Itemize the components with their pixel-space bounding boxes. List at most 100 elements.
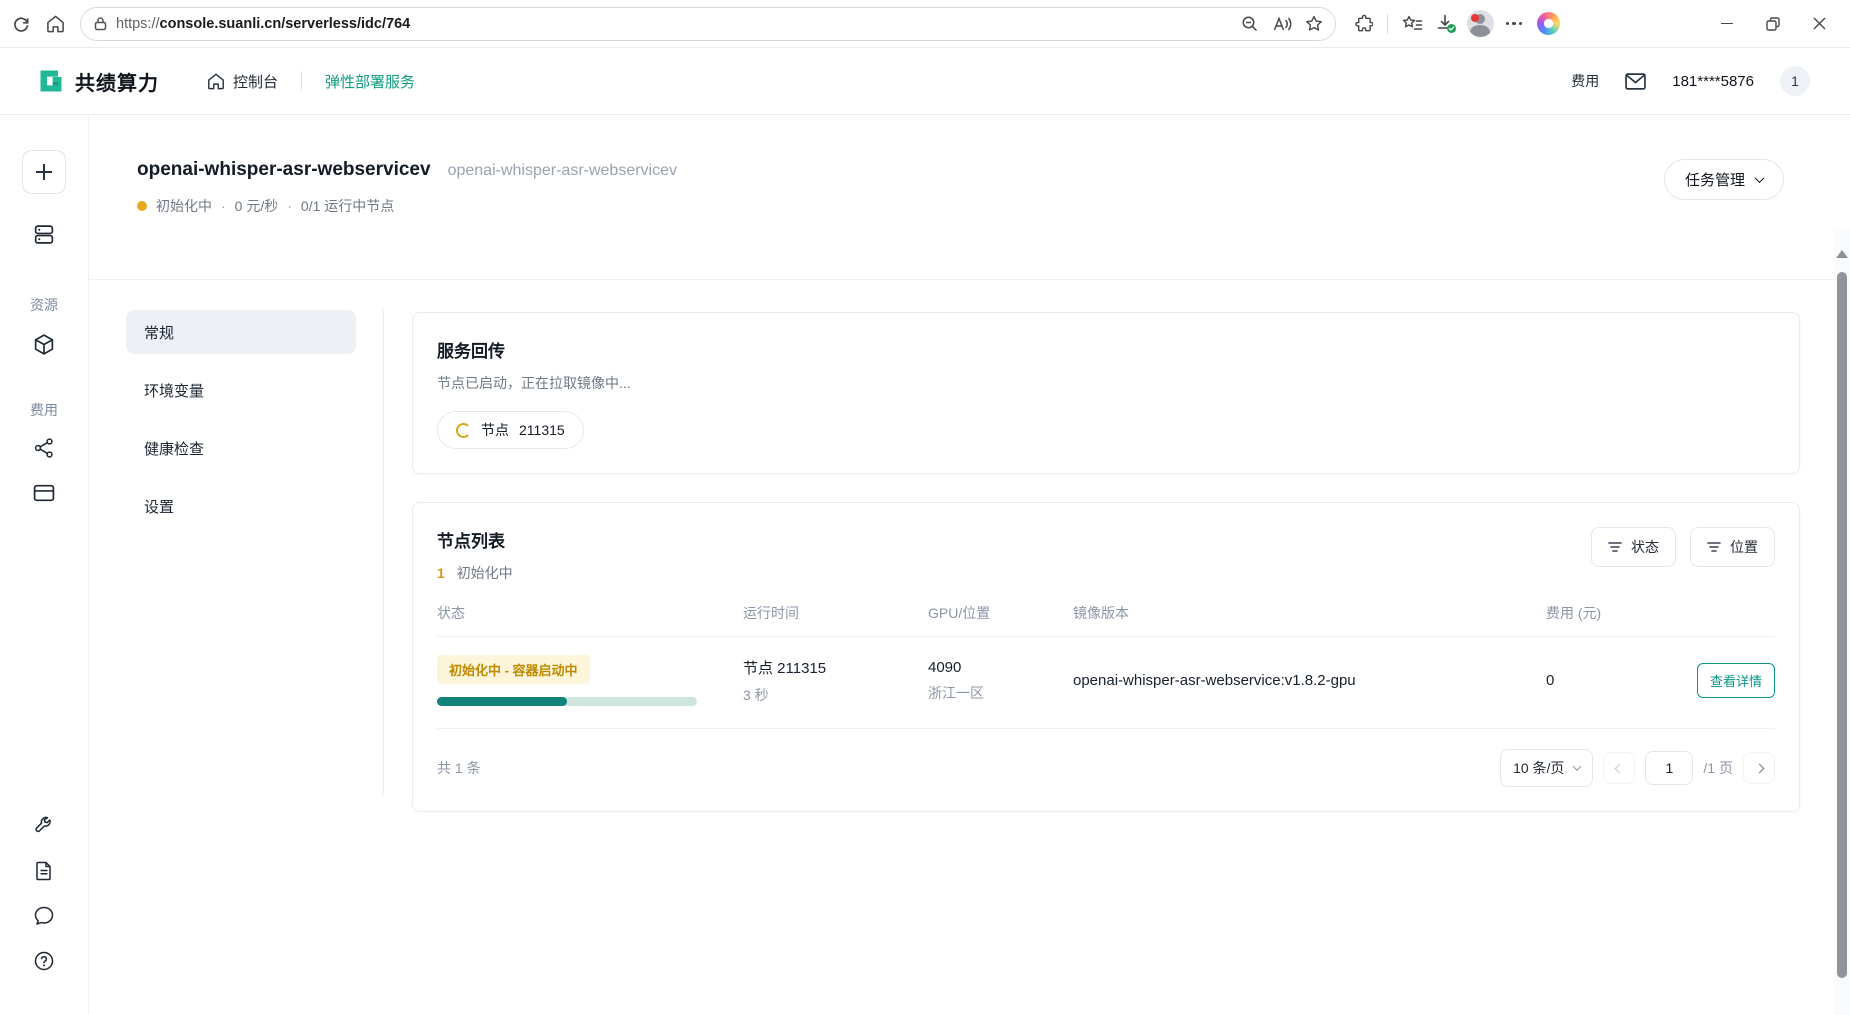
extensions-icon: [1353, 14, 1373, 34]
rail-item-feedback[interactable]: [33, 905, 55, 927]
col-gpu-location: GPU/位置: [928, 603, 1073, 623]
downloads-button[interactable]: [1429, 7, 1463, 41]
download-icon: [1436, 14, 1457, 34]
filter-icon: [1707, 541, 1721, 553]
tab-health-check[interactable]: 健康检查: [126, 426, 356, 470]
read-aloud-button[interactable]: [1267, 9, 1297, 39]
running-nodes-text: 0/1 运行中节点: [301, 196, 394, 216]
brand-logo: [37, 67, 65, 95]
rail-item-docs[interactable]: [34, 860, 55, 882]
nav-console[interactable]: 控制台: [207, 71, 278, 92]
row-runtime: 3 秒: [743, 685, 928, 705]
chat-bubble-icon: [33, 905, 55, 927]
window-controls: [1704, 4, 1842, 44]
address-bar[interactable]: https://console.suanli.cn/serverless/idc…: [80, 7, 1336, 41]
pagination-total: 共 1 条: [437, 758, 481, 778]
read-aloud-icon: [1273, 16, 1292, 32]
header-count-badge[interactable]: 1: [1780, 66, 1810, 96]
node-list-title: 节点列表: [437, 527, 513, 552]
home-icon: [46, 14, 65, 33]
task-manage-button[interactable]: 任务管理: [1664, 159, 1784, 200]
progress-bar: [437, 697, 697, 706]
settings-nav: 常规 环境变量 健康检查 设置: [126, 310, 384, 794]
node-table: 状态 运行时间 GPU/位置 镜像版本 费用 (元) 初始化中 - 容器启动中: [437, 603, 1775, 787]
restore-button[interactable]: [1750, 4, 1796, 44]
page-head: openai-whisper-asr-webservicev openai-wh…: [89, 115, 1850, 280]
row-region: 浙江一区: [928, 683, 1073, 703]
url-protocol: https://: [116, 16, 160, 32]
zoom-out-icon: [1241, 15, 1259, 33]
reload-button[interactable]: [4, 7, 38, 41]
filter-status-button[interactable]: 状态: [1591, 527, 1676, 567]
star-icon: [1305, 15, 1323, 32]
site-header: 共绩算力 控制台 弹性部署服务 费用 181****5876 1: [0, 48, 1850, 115]
ellipsis-icon: [1506, 22, 1523, 26]
rail-item-tools[interactable]: [33, 815, 55, 837]
url-text: https://console.suanli.cn/serverless/idc…: [116, 16, 1235, 32]
rail-item-deployments[interactable]: [33, 223, 56, 246]
favorite-star-button[interactable]: [1299, 9, 1329, 39]
row-cost: 0: [1546, 672, 1665, 689]
toolbar-divider: [1387, 14, 1388, 34]
pagination: 共 1 条 10 条/页 /1 页: [437, 749, 1775, 787]
icon-rail: 资源 费用: [0, 115, 89, 1015]
server-stack-icon: [33, 223, 56, 246]
rail-item-help[interactable]: [33, 950, 55, 972]
next-page-button[interactable]: [1743, 752, 1775, 784]
nav-elastic-deploy[interactable]: 弹性部署服务: [325, 71, 415, 92]
minimize-button[interactable]: [1704, 4, 1750, 44]
row-gpu: 4090: [928, 659, 1073, 676]
account-phone[interactable]: 181****5876: [1672, 73, 1754, 90]
copilot-button[interactable]: [1531, 7, 1565, 41]
tab-settings[interactable]: 设置: [126, 484, 356, 528]
prev-page-button[interactable]: [1603, 752, 1635, 784]
callback-card-title: 服务回传: [437, 337, 1775, 362]
row-status-badge: 初始化中 - 容器启动中: [437, 655, 590, 684]
page-number-input[interactable]: [1645, 751, 1693, 785]
console-home-icon: [207, 72, 225, 90]
scrollbar-thumb[interactable]: [1837, 272, 1847, 978]
rail-item-resources[interactable]: [33, 333, 56, 356]
scroll-up-arrow[interactable]: [1836, 250, 1848, 258]
col-runtime: 运行时间: [743, 603, 928, 623]
collections-button[interactable]: [1395, 7, 1429, 41]
rail-group-billing: 费用: [30, 400, 58, 420]
node-chip-label: 节点: [481, 420, 509, 440]
tab-general[interactable]: 常规: [126, 310, 356, 354]
create-service-button[interactable]: [22, 150, 66, 194]
chevron-down-icon: [1573, 762, 1581, 770]
profile-button[interactable]: [1463, 7, 1497, 41]
nav-divider: [301, 71, 302, 91]
tab-env-vars[interactable]: 环境变量: [126, 368, 356, 412]
settings-menu-button[interactable]: [1497, 7, 1531, 41]
mail-icon[interactable]: [1625, 73, 1646, 90]
vertical-scrollbar[interactable]: [1834, 230, 1850, 1015]
node-list-card: 节点列表 1 初始化中 状态: [412, 502, 1800, 812]
status-text: 初始化中: [156, 196, 212, 216]
close-button[interactable]: [1796, 4, 1842, 44]
row-image: openai-whisper-asr-webservice:v1.8.2-gpu: [1073, 672, 1546, 689]
collections-icon: [1402, 15, 1423, 33]
brand[interactable]: 共绩算力: [37, 67, 159, 96]
node-count-status: 初始化中: [457, 565, 513, 581]
close-icon: [1813, 17, 1826, 30]
chevron-left-icon: [1614, 763, 1624, 773]
col-cost: 费用 (元): [1546, 603, 1665, 623]
home-button[interactable]: [38, 7, 72, 41]
rail-item-share[interactable]: [33, 437, 55, 459]
minimize-icon: [1721, 23, 1733, 24]
col-status: 状态: [437, 603, 743, 623]
rail-item-billing-card[interactable]: [33, 483, 56, 503]
view-detail-button[interactable]: 查看详情: [1697, 663, 1775, 698]
table-row: 初始化中 - 容器启动中 节点 211315 3 秒 4090: [437, 637, 1775, 729]
share-icon: [33, 437, 55, 459]
zoom-out-button[interactable]: [1235, 9, 1265, 39]
page-size-select[interactable]: 10 条/页: [1500, 749, 1593, 787]
filter-location-button[interactable]: 位置: [1690, 527, 1775, 567]
col-image: 镜像版本: [1073, 603, 1546, 623]
page-title: openai-whisper-asr-webservicev: [137, 159, 431, 181]
node-chip[interactable]: 节点 211315: [437, 411, 584, 449]
notification-dot: [1471, 14, 1479, 22]
header-billing-link[interactable]: 费用: [1571, 71, 1599, 91]
extensions-button[interactable]: [1346, 7, 1380, 41]
